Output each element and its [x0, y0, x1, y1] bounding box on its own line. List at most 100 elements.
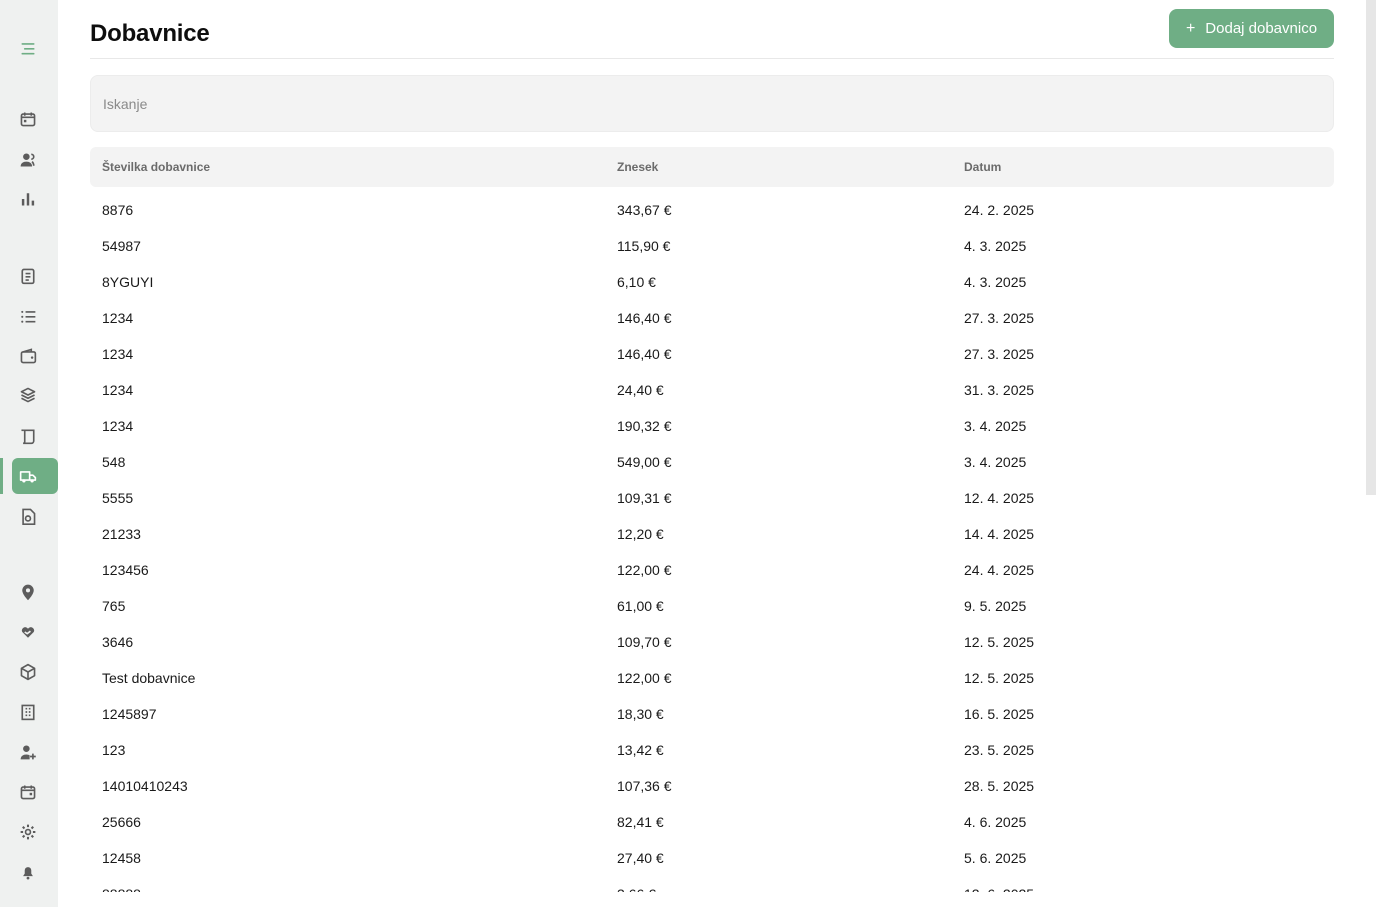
- cell-amount: 18,30 €: [617, 706, 664, 722]
- cell-amount: 6,10 €: [617, 274, 656, 290]
- table-body: 8876 343,67 € 24. 2. 2025 54987 115,90 € 4. 3…: [90, 192, 1334, 892]
- cell-amount: 82,41 €: [617, 814, 664, 830]
- cell-date: 12. 5. 2025: [964, 670, 1035, 686]
- cell-amount: 3,66 €: [617, 886, 656, 892]
- table-row[interactable]: 1234 190,32 € 3. 4. 2025: [90, 408, 1334, 444]
- table-row[interactable]: 25666 82,41 € 4. 6. 2025: [90, 804, 1334, 840]
- document-icon: [21, 268, 35, 285]
- file-settings-icon: [22, 508, 36, 525]
- cell-amount: 107,36 €: [617, 778, 672, 794]
- cell-number: 25666: [102, 814, 141, 830]
- boxes-icon: [20, 387, 36, 403]
- cell-amount: 146,40 €: [617, 346, 672, 362]
- header-divider: [90, 58, 1334, 59]
- table-row[interactable]: 88888 3,66 € 12. 6. 2025: [90, 876, 1334, 892]
- cell-date: 3. 4. 2025: [964, 454, 1027, 470]
- table-row[interactable]: 5555 109,31 € 12. 4. 2025: [90, 480, 1334, 516]
- table-row[interactable]: 123456 122,00 € 24. 4. 2025: [90, 552, 1334, 588]
- cell-date: 27. 3. 2025: [964, 310, 1035, 326]
- cell-date: 9. 5. 2025: [964, 598, 1027, 614]
- calendar-icon: [20, 112, 36, 127]
- calendar-event-icon: [20, 785, 36, 800]
- add-user-icon: [20, 745, 36, 760]
- sidebar-item-document[interactable]: [12, 258, 58, 294]
- cell-amount: 27,40 €: [617, 850, 664, 866]
- cell-number: Test dobavnice: [102, 670, 196, 686]
- sidebar-item-location-pin[interactable]: [12, 574, 58, 610]
- cell-number: 3646: [102, 634, 134, 650]
- table-row[interactable]: 21233 12,20 € 14. 4. 2025: [90, 516, 1334, 552]
- sidebar-item-calendar[interactable]: [12, 101, 58, 137]
- package-icon: [20, 663, 36, 681]
- sidebar-item-users[interactable]: [12, 142, 58, 178]
- table-row[interactable]: 548 549,00 € 3. 4. 2025: [90, 444, 1334, 480]
- cell-date: 28. 5. 2025: [964, 778, 1035, 794]
- cell-date: 5. 6. 2025: [964, 850, 1027, 866]
- cell-date: 27. 3. 2025: [964, 346, 1035, 362]
- cell-number: 8876: [102, 202, 134, 218]
- sidebar-item-calendar-event[interactable]: [12, 774, 58, 810]
- table-row[interactable]: 8876 343,67 € 24. 2. 2025: [90, 192, 1334, 228]
- cell-date: 12. 5. 2025: [964, 634, 1035, 650]
- sidebar-item-building[interactable]: [12, 694, 58, 730]
- sidebar-item-menu[interactable]: [12, 30, 58, 66]
- cell-date: 12. 4. 2025: [964, 490, 1035, 506]
- hand-heart-icon: [21, 627, 35, 638]
- table-row[interactable]: 8YGUYI 6,10 € 4. 3. 2025: [90, 264, 1334, 300]
- wallet-icon: [20, 348, 37, 364]
- cell-number: 12458: [102, 850, 141, 866]
- sidebar-item-hand-heart[interactable]: [12, 614, 58, 650]
- cell-number: 8YGUYI: [102, 274, 154, 290]
- sidebar-item-file-settings[interactable]: [12, 498, 58, 534]
- table-row[interactable]: 54987 115,90 € 4. 3. 2025: [90, 228, 1334, 264]
- cell-amount: 24,40 €: [617, 382, 664, 398]
- table-row[interactable]: 14010410243 107,36 € 28. 5. 2025: [90, 768, 1334, 804]
- column-header-date[interactable]: Datum: [964, 160, 1001, 174]
- sidebar-item-bell[interactable]: [12, 854, 58, 890]
- table-row[interactable]: 1234 146,40 € 27. 3. 2025: [90, 336, 1334, 372]
- search-input[interactable]: [90, 75, 1334, 132]
- sidebar-item-truck[interactable]: [12, 458, 58, 494]
- table-row[interactable]: 1234 146,40 € 27. 3. 2025: [90, 300, 1334, 336]
- cell-number: 123456: [102, 562, 149, 578]
- cell-date: 31. 3. 2025: [964, 382, 1035, 398]
- sidebar-item-add-user[interactable]: [12, 734, 58, 770]
- cell-date: 16. 5. 2025: [964, 706, 1035, 722]
- truck-icon: [19, 471, 37, 483]
- sidebar-active-indicator: [0, 458, 3, 494]
- sidebar-item-wallet[interactable]: [12, 338, 58, 374]
- cell-amount: 109,31 €: [617, 490, 672, 506]
- table-row[interactable]: 3646 109,70 € 12. 5. 2025: [90, 624, 1334, 660]
- cell-number: 548: [102, 454, 126, 470]
- cell-number: 1234: [102, 382, 134, 398]
- users-icon: [20, 153, 35, 167]
- table-row[interactable]: 765 61,00 € 9. 5. 2025: [90, 588, 1334, 624]
- sidebar-item-scroll[interactable]: [12, 418, 58, 454]
- sidebar-item-list[interactable]: [12, 298, 58, 334]
- location-pin-icon: [22, 584, 34, 601]
- cell-amount: 549,00 €: [617, 454, 672, 470]
- table-row[interactable]: 123 13,42 € 23. 5. 2025: [90, 732, 1334, 768]
- cell-number: 765: [102, 598, 126, 614]
- sidebar-item-boxes[interactable]: [12, 377, 58, 413]
- sidebar-item-gear[interactable]: [12, 814, 58, 850]
- table-row[interactable]: 1245897 18,30 € 16. 5. 2025: [90, 696, 1334, 732]
- cell-number: 1234: [102, 346, 134, 362]
- scrollbar[interactable]: [1366, 0, 1376, 495]
- plus-icon: +: [1185, 19, 1196, 37]
- table-row[interactable]: 12458 27,40 € 5. 6. 2025: [90, 840, 1334, 876]
- cell-amount: 146,40 €: [617, 310, 672, 326]
- sidebar-item-bar-chart[interactable]: [12, 181, 58, 217]
- table-row[interactable]: 1234 24,40 € 31. 3. 2025: [90, 372, 1334, 408]
- table-row[interactable]: Test dobavnice 122,00 € 12. 5. 2025: [90, 660, 1334, 696]
- cell-date: 24. 2. 2025: [964, 202, 1035, 218]
- sidebar-item-package[interactable]: [12, 654, 58, 690]
- column-header-amount[interactable]: Znesek: [617, 160, 658, 174]
- cell-date: 14. 4. 2025: [964, 526, 1035, 542]
- column-header-number[interactable]: Številka dobavnice: [102, 160, 210, 174]
- add-delivery-note-button[interactable]: + Dodaj dobavnico: [1169, 9, 1334, 48]
- cell-date: 12. 6. 2025: [964, 886, 1034, 892]
- cell-date: 24. 4. 2025: [964, 562, 1035, 578]
- menu-icon: [21, 43, 35, 55]
- list-icon: [21, 310, 36, 323]
